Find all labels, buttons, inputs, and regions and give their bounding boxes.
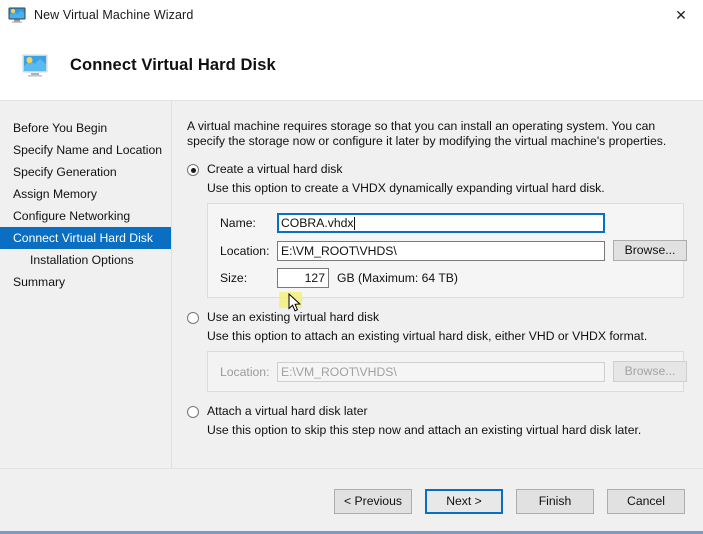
name-input[interactable]: COBRA.vhdx <box>277 213 605 233</box>
size-field-row: Size: 127 GB (Maximum: 64 TB) <box>220 268 673 288</box>
option-attach-later: Attach a virtual hard disk later Use thi… <box>187 404 685 438</box>
radio-label-use-existing-virtual-hard-disk: Use an existing virtual hard disk <box>207 310 380 324</box>
location-field-row: Location: E:\VM_ROOT\VHDS\ Browse... <box>220 240 687 261</box>
wizard-body: Before You Begin Specify Name and Locati… <box>0 101 703 468</box>
sidebar-item-assign-memory[interactable]: Assign Memory <box>0 183 171 205</box>
name-label: Name: <box>220 216 256 230</box>
option-description-attach-later: Use this option to skip this step now an… <box>207 423 642 437</box>
existing-location-label: Location: <box>220 364 270 379</box>
window-titlebar: New Virtual Machine Wizard ✕ <box>0 0 703 31</box>
previous-button[interactable]: < Previous <box>334 489 412 514</box>
wizard-content-panel: A virtual machine requires storage so th… <box>172 101 703 468</box>
intro-text: A virtual machine requires storage so th… <box>187 119 667 148</box>
radio-label-create-virtual-hard-disk: Create a virtual hard disk <box>207 162 343 176</box>
existing-browse-button: Browse... <box>613 361 687 382</box>
sidebar-item-connect-virtual-hard-disk[interactable]: Connect Virtual Hard Disk <box>0 227 171 249</box>
create-disk-field-group: Name: COBRA.vhdx Location: E:\VM_ROOT\VH… <box>207 203 687 298</box>
next-button[interactable]: Next > <box>425 489 503 514</box>
size-units-label: GB (Maximum: 64 TB) <box>337 271 458 285</box>
wizard-header: Connect Virtual Hard Disk <box>0 31 703 101</box>
radio-attach-virtual-hard-disk-later[interactable]: Attach a virtual hard disk later <box>187 404 685 419</box>
option-description-existing: Use this option to attach an existing vi… <box>207 329 648 343</box>
existing-location-field-row: Location: E:\VM_ROOT\VHDS\ Browse... <box>220 361 687 382</box>
finish-button[interactable]: Finish <box>516 489 594 514</box>
text-caret <box>354 216 356 230</box>
sidebar-item-before-you-begin[interactable]: Before You Begin <box>0 117 171 139</box>
size-input[interactable]: 127 <box>277 268 329 288</box>
radio-create-virtual-hard-disk[interactable]: Create a virtual hard disk <box>187 162 685 177</box>
virtual-machine-monitor-icon <box>8 7 26 23</box>
window-title: New Virtual Machine Wizard <box>34 8 194 22</box>
option-description-create: Use this option to create a VHDX dynamic… <box>207 181 605 195</box>
sidebar-item-configure-networking[interactable]: Configure Networking <box>0 205 171 227</box>
sidebar-item-installation-options[interactable]: Installation Options <box>0 249 171 271</box>
option-create-new-disk: Create a virtual hard disk Use this opti… <box>187 162 687 298</box>
existing-disk-field-group: Location: E:\VM_ROOT\VHDS\ Browse... <box>207 351 687 392</box>
name-field-row: Name: COBRA.vhdx <box>220 213 673 233</box>
location-label: Location: <box>220 243 270 258</box>
sidebar-item-summary[interactable]: Summary <box>0 271 171 293</box>
location-input[interactable]: E:\VM_ROOT\VHDS\ <box>277 240 605 261</box>
wizard-steps-sidebar: Before You Begin Specify Name and Locati… <box>0 101 172 468</box>
page-title: Connect Virtual Hard Disk <box>70 56 276 74</box>
radio-button-icon[interactable] <box>187 164 199 176</box>
radio-button-icon[interactable] <box>187 312 199 324</box>
name-input-value: COBRA.vhdx <box>281 216 354 230</box>
sidebar-item-specify-generation[interactable]: Specify Generation <box>0 161 171 183</box>
virtual-machine-monitor-icon <box>22 54 48 77</box>
existing-location-input: E:\VM_ROOT\VHDS\ <box>277 361 605 382</box>
option-use-existing-disk: Use an existing virtual hard disk Use th… <box>187 310 687 392</box>
close-icon[interactable]: ✕ <box>659 0 703 30</box>
wizard-footer: < Previous Next > Finish Cancel <box>0 468 703 534</box>
cancel-button[interactable]: Cancel <box>607 489 685 514</box>
radio-label-attach-virtual-hard-disk-later: Attach a virtual hard disk later <box>207 404 368 418</box>
radio-button-icon[interactable] <box>187 406 199 418</box>
sidebar-item-specify-name-and-location[interactable]: Specify Name and Location <box>0 139 171 161</box>
browse-button[interactable]: Browse... <box>613 240 687 261</box>
radio-use-existing-virtual-hard-disk[interactable]: Use an existing virtual hard disk <box>187 310 685 325</box>
size-label: Size: <box>220 271 248 285</box>
